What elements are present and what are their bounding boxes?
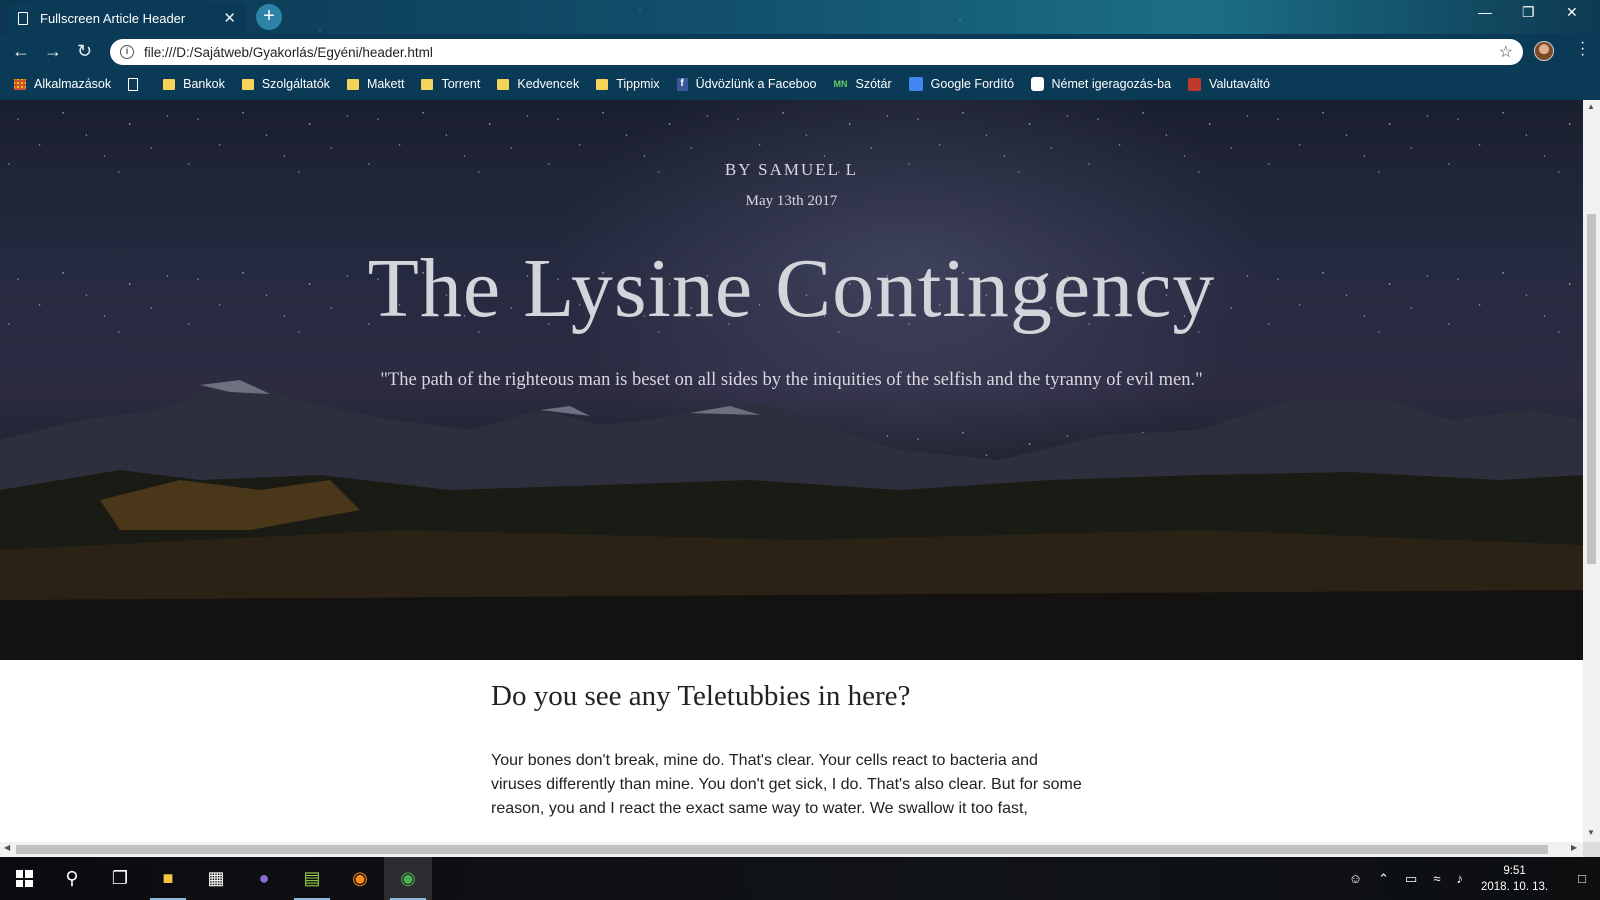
folder-icon: [497, 78, 510, 90]
reload-icon[interactable]: ↻: [77, 41, 92, 62]
bookmark-item[interactable]: Német igeragozás-ba: [1031, 77, 1171, 91]
scroll-right-icon[interactable]: ▶: [1571, 843, 1577, 852]
article-date: May 13th 2017: [745, 193, 838, 209]
bookmark-item[interactable]: MN Szótár: [834, 77, 892, 91]
site-info-icon[interactable]: i: [120, 45, 134, 59]
dictionary-icon: MN: [833, 78, 848, 89]
clock-date: 2018. 10. 13.: [1480, 880, 1549, 893]
app-purple-icon[interactable]: ●: [240, 857, 288, 900]
page-viewport: BY SAMUEL L May 13th 2017 The Lysine Con…: [0, 100, 1583, 842]
back-icon[interactable]: ←: [12, 41, 30, 62]
bookmark-label: Szolgáltatók: [261, 77, 330, 91]
folder-icon: [596, 78, 609, 90]
restore-icon[interactable]: ❐: [1522, 4, 1535, 21]
navigation-toolbar: ← → ↻ i file:///D:/Sajátweb/Gyakorlás/Eg…: [0, 34, 1600, 68]
task-view-icon[interactable]: ❐: [96, 857, 144, 900]
bookmark-label: Torrent: [441, 77, 481, 91]
bookmark-star-icon[interactable]: ☆: [1499, 42, 1513, 62]
system-clock[interactable]: 9:51 2018. 10. 13.: [1481, 863, 1548, 895]
facebook-icon: f: [676, 77, 688, 91]
notifications-icon[interactable]: □: [1578, 871, 1586, 886]
folder-icon: [241, 78, 254, 90]
volume-icon[interactable]: ♪: [1456, 871, 1463, 886]
page-icon: [128, 77, 139, 91]
bookmark-label: Makett: [366, 77, 405, 91]
bookmarks-bar: Alkalmazások Bankok Szolgáltatók Makett Torr…: [0, 68, 1600, 100]
folder-icon: [163, 78, 176, 90]
forward-icon[interactable]: →: [44, 41, 62, 62]
close-tab-icon[interactable]: ✕: [223, 9, 236, 27]
article-paragraph: Your bones don't break, mine do. That's …: [491, 752, 1082, 817]
article-body: Do you see any Teletubbies in here? Your…: [491, 680, 1091, 821]
browser-chrome: Fullscreen Article Header ✕ + — ❐ ✕ ← → …: [0, 0, 1600, 100]
scrollbar-corner: [1583, 842, 1600, 857]
new-tab-button[interactable]: +: [256, 4, 282, 30]
bookmark-label: Szótár: [855, 77, 892, 91]
bookmark-item[interactable]: Szolgáltatók: [241, 77, 330, 91]
bookmark-label: Üdvözlünk a Faceboo: [695, 77, 817, 91]
bookmark-item[interactable]: Kedvencek: [497, 77, 579, 91]
bookmark-item[interactable]: f Üdvözlünk a Faceboo: [676, 77, 817, 91]
bookmark-label: Kedvencek: [517, 77, 580, 91]
document-icon: [18, 11, 28, 25]
minimize-icon[interactable]: —: [1478, 4, 1492, 20]
show-hidden-icons-icon[interactable]: ⌃: [1378, 871, 1389, 887]
battery-icon[interactable]: ▭: [1405, 871, 1417, 887]
vertical-scrollbar[interactable]: ▲ ▼: [1583, 100, 1600, 842]
clock-time: 9:51: [1503, 864, 1526, 877]
bookmark-label: Valutaváltó: [1209, 77, 1270, 91]
bookmark-item[interactable]: Tippmix: [596, 77, 660, 91]
scroll-down-icon[interactable]: ▼: [1587, 828, 1595, 837]
chrome-icon[interactable]: ◉: [384, 857, 432, 900]
bookmark-item[interactable]: Torrent: [421, 77, 480, 91]
address-url[interactable]: file:///D:/Sajátweb/Gyakorlás/Egyéni/hea…: [144, 45, 1499, 60]
scroll-up-icon[interactable]: ▲: [1587, 102, 1595, 111]
bookmark-item[interactable]: [128, 77, 146, 91]
search-icon[interactable]: ⚲: [48, 857, 96, 900]
people-icon[interactable]: ☺: [1349, 871, 1362, 886]
bookmark-label: Alkalmazások: [34, 77, 112, 91]
close-window-icon[interactable]: ✕: [1566, 4, 1578, 21]
scroll-left-icon[interactable]: ◀: [4, 843, 10, 852]
bookmark-item[interactable]: Google Fordító: [908, 77, 1015, 91]
bookmark-item[interactable]: Alkalmazások: [14, 77, 111, 91]
bookmark-label: Német igeragozás-ba: [1051, 77, 1172, 91]
address-bar[interactable]: i file:///D:/Sajátweb/Gyakorlás/Egyéni/h…: [110, 39, 1523, 65]
bookmark-item[interactable]: Valutaváltó: [1188, 77, 1270, 91]
menu-dots-icon[interactable]: · · ·: [1580, 35, 1586, 63]
article-title: The Lysine Contingency: [367, 242, 1216, 335]
tab-title: Fullscreen Article Header: [40, 10, 186, 26]
network-icon[interactable]: ≈: [1433, 871, 1440, 886]
hero-header: BY SAMUEL L May 13th 2017 The Lysine Con…: [0, 100, 1583, 660]
folder-icon: [421, 78, 434, 90]
horizontal-scroll-thumb[interactable]: [16, 845, 1548, 854]
calculator-icon[interactable]: ▦: [192, 857, 240, 900]
google-translate-icon: [908, 77, 923, 91]
currency-icon: [1188, 77, 1202, 91]
windows-logo-icon: [15, 870, 33, 887]
system-tray: ☺ ⌃ ▭ ≈ ♪ 9:51 2018. 10. 13. □: [1341, 857, 1600, 900]
apps-icon: [14, 78, 26, 90]
file-explorer-icon[interactable]: ■: [144, 857, 192, 900]
article-quote: "The path of the righteous man is beset …: [380, 370, 1203, 390]
article-heading: Do you see any Teletubbies in here?: [491, 680, 911, 712]
mountain-landscape: [0, 380, 1583, 660]
german-conjugation-icon: [1031, 77, 1044, 91]
firefox-icon[interactable]: ◉: [336, 857, 384, 900]
browser-tab[interactable]: Fullscreen Article Header ✕: [8, 2, 246, 34]
bookmark-label: Tippmix: [616, 77, 660, 91]
notepad-icon[interactable]: ▤: [288, 857, 336, 900]
folder-icon: [346, 78, 359, 90]
bookmark-label: Google Fordító: [930, 77, 1015, 91]
article-byline: BY SAMUEL L: [724, 160, 859, 179]
horizontal-scrollbar[interactable]: ◀ ▶: [0, 842, 1583, 857]
profile-avatar[interactable]: [1534, 41, 1554, 61]
start-button[interactable]: [0, 857, 48, 900]
vertical-scroll-thumb[interactable]: [1587, 214, 1596, 564]
bookmark-label: Bankok: [183, 77, 225, 91]
windows-taskbar: ⚲ ❐ ■ ▦ ● ▤ ◉ ◉ ☺ ⌃ ▭ ≈ ♪ 9:51 2018. 10.…: [0, 857, 1600, 900]
bookmark-item[interactable]: Bankok: [163, 77, 225, 91]
bookmark-item[interactable]: Makett: [346, 77, 405, 91]
